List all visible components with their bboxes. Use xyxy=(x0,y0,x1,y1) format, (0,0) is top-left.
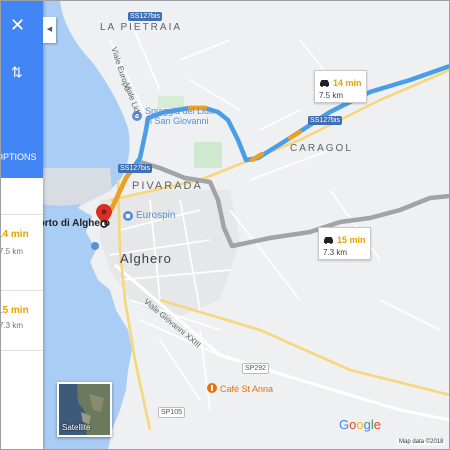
options-label: OPTIONS xyxy=(0,152,37,162)
options-button[interactable]: OPTIONS xyxy=(0,152,37,162)
place-alghero: Alghero xyxy=(120,251,172,266)
google-logo-text: Google xyxy=(339,417,381,432)
route-box-alternate[interactable]: 15 min 7.3 km xyxy=(318,227,371,260)
place-pivarada: PIVARADA xyxy=(132,180,203,192)
directions-header: ✕ ⇅ OPTIONS xyxy=(0,0,43,178)
chevron-left-icon[interactable]: ◀ xyxy=(43,17,56,43)
route-box-primary[interactable]: 14 min 7.5 km xyxy=(314,70,367,103)
shield-sp105: SP105 xyxy=(158,407,186,418)
shield-sp292: SP292 xyxy=(242,363,270,374)
car-icon xyxy=(323,231,334,244)
pier xyxy=(36,182,96,186)
route-box-primary-distance: 7.5 km xyxy=(319,91,344,100)
satellite-toggle[interactable]: Satellite xyxy=(57,382,112,437)
place-caragol: CARAGOL xyxy=(290,143,353,154)
directions-sidebar: ✕ ⇅ OPTIONS 14 min 7.5 km 15 min 7.3 km xyxy=(0,0,43,450)
car-icon xyxy=(319,74,330,87)
shield-ss127bis-top: SS127bis xyxy=(128,12,162,21)
route-box-alternate-time: 15 min xyxy=(337,235,366,245)
restaurant-marker xyxy=(207,383,217,393)
poi-eurospin[interactable]: Eurospin xyxy=(136,211,175,221)
poi-spiaggia[interactable]: Spiaggia del Lido di San Giovanni xyxy=(145,106,214,126)
close-icon[interactable]: ✕ xyxy=(10,16,25,34)
poi-cafe[interactable]: Café St Anna xyxy=(220,384,273,394)
swap-icon[interactable]: ⇅ xyxy=(11,64,23,81)
route-box-primary-time: 14 min xyxy=(333,78,362,88)
google-logo: Google xyxy=(339,417,381,432)
route-option-1-distance: 7.5 km xyxy=(0,247,24,256)
pier-2 xyxy=(40,196,92,199)
shopping-marker xyxy=(123,211,133,221)
map-data-attribution[interactable]: Map data ©2018 xyxy=(397,439,446,445)
sidebar-divider xyxy=(0,350,43,421)
park xyxy=(194,142,222,168)
attraction-marker xyxy=(91,242,99,250)
route-option-1-time: 14 min xyxy=(0,229,29,240)
route-box-alternate-distance: 7.3 km xyxy=(323,248,348,257)
poi-destination[interactable]: Porto di Alghero xyxy=(32,218,110,229)
satellite-label: Satellite xyxy=(62,423,91,432)
route-option-2-distance: 7.3 km xyxy=(0,321,24,330)
shield-ss127bis-mid: SS127bis xyxy=(308,116,342,125)
place-la-pietraia: LA PIETRAIA xyxy=(100,22,183,33)
route-option-2-time: 15 min xyxy=(0,305,29,316)
route-option-1[interactable]: 14 min 7.5 km xyxy=(0,214,43,285)
shield-ss127bis-left: SS127bis xyxy=(118,164,152,173)
